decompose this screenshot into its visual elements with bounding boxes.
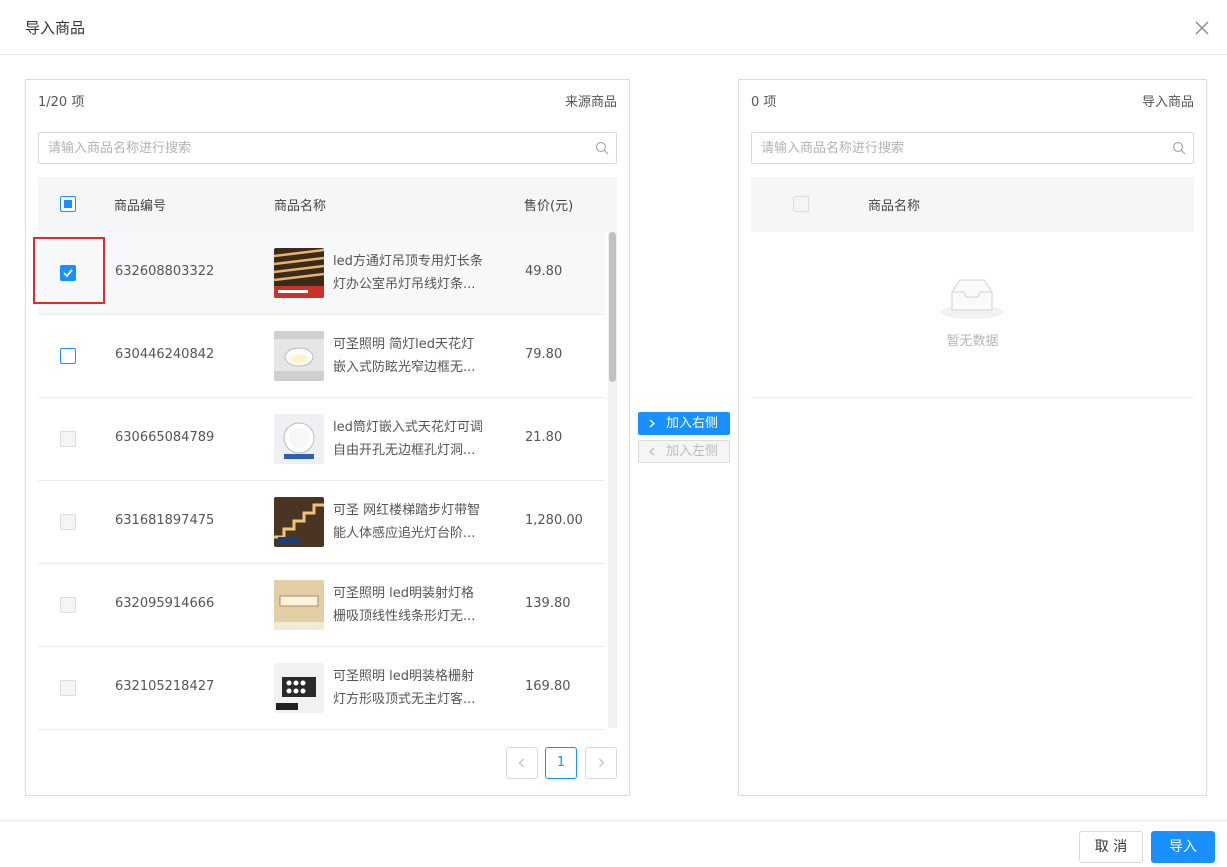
target-panel: 0 项 导入商品 商品名称 暂无数据 — [738, 79, 1207, 796]
chevron-left-icon — [648, 441, 656, 469]
product-name-line2: 灯办公室吊灯吊线灯条... — [333, 277, 476, 292]
product-price: 79.80 — [525, 347, 563, 362]
product-price: 169.80 — [525, 679, 571, 694]
cancel-button[interactable]: 取 消 — [1079, 831, 1143, 863]
table-row[interactable]: 630446240842 可圣照明 简灯led天花灯 嵌入式防眩光窄边框无...… — [38, 315, 605, 398]
product-thumbnail — [274, 414, 324, 464]
product-code: 632095914666 — [115, 596, 215, 611]
product-name: 可圣照明 简灯led天花灯 嵌入式防眩光窄边框无... — [333, 333, 503, 379]
product-name-line2: 栅吸顶线性线条形灯无... — [333, 609, 476, 624]
product-name: led筒灯嵌入式天花灯可调 自由开孔无边框孔灯洞... — [333, 416, 503, 462]
product-name-line1: 可圣 网红楼梯踏步灯带智 — [333, 503, 481, 518]
table-row[interactable]: 632095914666 可圣照明 led明装射灯格 栅吸顶线性线条形灯无...… — [38, 564, 605, 647]
product-thumbnail — [274, 497, 324, 547]
product-code: 632608803322 — [115, 264, 215, 279]
target-table-header: 商品名称 — [751, 177, 1194, 232]
select-all-checkbox[interactable] — [60, 196, 76, 212]
product-name: led方通灯吊顶专用灯长条 灯办公室吊灯吊线灯条... — [333, 250, 503, 296]
product-price: 49.80 — [525, 264, 563, 279]
search-icon[interactable] — [595, 141, 609, 155]
dialog-title: 导入商品 — [25, 19, 86, 37]
target-search-input[interactable] — [752, 133, 1193, 163]
target-count: 0 项 — [751, 95, 777, 110]
import-button[interactable]: 导入 — [1151, 831, 1215, 863]
chevron-right-icon — [599, 758, 605, 768]
row-checkbox[interactable] — [60, 265, 76, 281]
source-panel-title: 来源商品 — [564, 95, 617, 110]
row-checkbox[interactable] — [60, 514, 76, 530]
product-code: 630665084789 — [115, 430, 215, 445]
product-name-line1: led方通灯吊顶专用灯长条 — [333, 254, 483, 269]
target-panel-header: 0 项 导入商品 — [739, 80, 1206, 118]
product-price: 139.80 — [525, 596, 571, 611]
select-all-checkbox[interactable] — [793, 196, 809, 212]
product-name-line2: 能人体感应追光灯台阶... — [333, 526, 476, 541]
product-name: 可圣照明 led明装射灯格 栅吸顶线性线条形灯无... — [333, 582, 503, 628]
add-to-right-label: 加入右侧 — [666, 416, 719, 431]
product-thumbnail — [274, 248, 324, 298]
table-row[interactable]: 632608803322 led方通灯吊顶专用灯长条 灯办公室吊灯吊线灯条...… — [38, 232, 605, 315]
product-name-line2: 灯方形吸顶式无主灯客... — [333, 692, 476, 707]
product-name-line1: 可圣照明 led明装格栅射 — [333, 669, 474, 684]
source-search-input[interactable] — [39, 133, 616, 163]
product-name-line1: led筒灯嵌入式天花灯可调 — [333, 420, 483, 435]
column-header-code: 商品编号 — [114, 199, 167, 214]
product-thumbnail — [274, 331, 324, 381]
dialog-header: 导入商品 — [0, 0, 1227, 55]
empty-text: 暂无数据 — [946, 334, 999, 349]
source-count: 1/20 项 — [38, 95, 85, 110]
source-panel: 1/20 项 来源商品 商品编号 商品名称 售价(元) 632608803322 — [25, 79, 630, 796]
prev-page-button[interactable] — [506, 747, 538, 779]
empty-state: 暂无数据 — [751, 232, 1194, 398]
empty-inbox-icon — [938, 276, 1006, 324]
product-name-line1: 可圣照明 led明装射灯格 — [333, 586, 474, 601]
add-to-right-button[interactable]: 加入右侧 — [638, 412, 730, 435]
product-code: 630446240842 — [115, 347, 215, 362]
table-row[interactable]: 632105218427 可圣照明 led明装格栅射 灯方形吸顶式无主灯客...… — [38, 647, 605, 730]
product-name: 可圣 网红楼梯踏步灯带智 能人体感应追光灯台阶... — [333, 499, 503, 545]
product-name-line2: 自由开孔无边框孔灯洞... — [333, 443, 476, 458]
product-code: 632105218427 — [115, 679, 215, 694]
source-search[interactable] — [38, 132, 617, 164]
row-checkbox[interactable] — [60, 431, 76, 447]
row-checkbox[interactable] — [60, 348, 76, 364]
page-number-button[interactable]: 1 — [545, 747, 577, 779]
column-header-price: 售价(元) — [524, 199, 574, 214]
table-row[interactable]: 631681897475 可圣 网红楼梯踏步灯带智 能人体感应追光灯台阶... … — [38, 481, 605, 564]
source-panel-header: 1/20 项 来源商品 — [26, 80, 629, 118]
search-icon[interactable] — [1172, 141, 1186, 155]
close-icon[interactable] — [1192, 18, 1212, 38]
scrollbar-thumb[interactable] — [609, 232, 616, 382]
import-products-dialog: 导入商品 1/20 项 来源商品 商品编号 商品名称 售价(元) — [0, 0, 1227, 867]
product-name-line2: 嵌入式防眩光窄边框无... — [333, 360, 476, 375]
source-table-header: 商品编号 商品名称 售价(元) — [38, 177, 617, 232]
chevron-right-icon — [648, 413, 656, 441]
column-header-name: 商品名称 — [868, 199, 921, 214]
product-name: 可圣照明 led明装格栅射 灯方形吸顶式无主灯客... — [333, 665, 503, 711]
product-price: 1,280.00 — [525, 513, 583, 528]
product-name-line1: 可圣照明 简灯led天花灯 — [333, 337, 474, 352]
table-row[interactable]: 630665084789 led筒灯嵌入式天花灯可调 自由开孔无边框孔灯洞...… — [38, 398, 605, 481]
row-checkbox[interactable] — [60, 680, 76, 696]
row-checkbox[interactable] — [60, 597, 76, 613]
product-thumbnail — [274, 663, 324, 713]
source-table-body: 632608803322 led方通灯吊顶专用灯长条 灯办公室吊灯吊线灯条...… — [38, 232, 616, 730]
dialog-footer: 取 消 导入 — [0, 820, 1227, 867]
chevron-left-icon — [518, 758, 524, 768]
column-header-name: 商品名称 — [274, 199, 327, 214]
add-to-left-label: 加入左侧 — [666, 444, 719, 459]
target-panel-title: 导入商品 — [1141, 95, 1194, 110]
source-scrollbar[interactable] — [608, 232, 617, 728]
next-page-button[interactable] — [585, 747, 617, 779]
add-to-left-button[interactable]: 加入左侧 — [638, 440, 730, 463]
target-search[interactable] — [751, 132, 1194, 164]
product-code: 631681897475 — [115, 513, 215, 528]
product-price: 21.80 — [525, 430, 563, 445]
product-thumbnail — [274, 580, 324, 630]
